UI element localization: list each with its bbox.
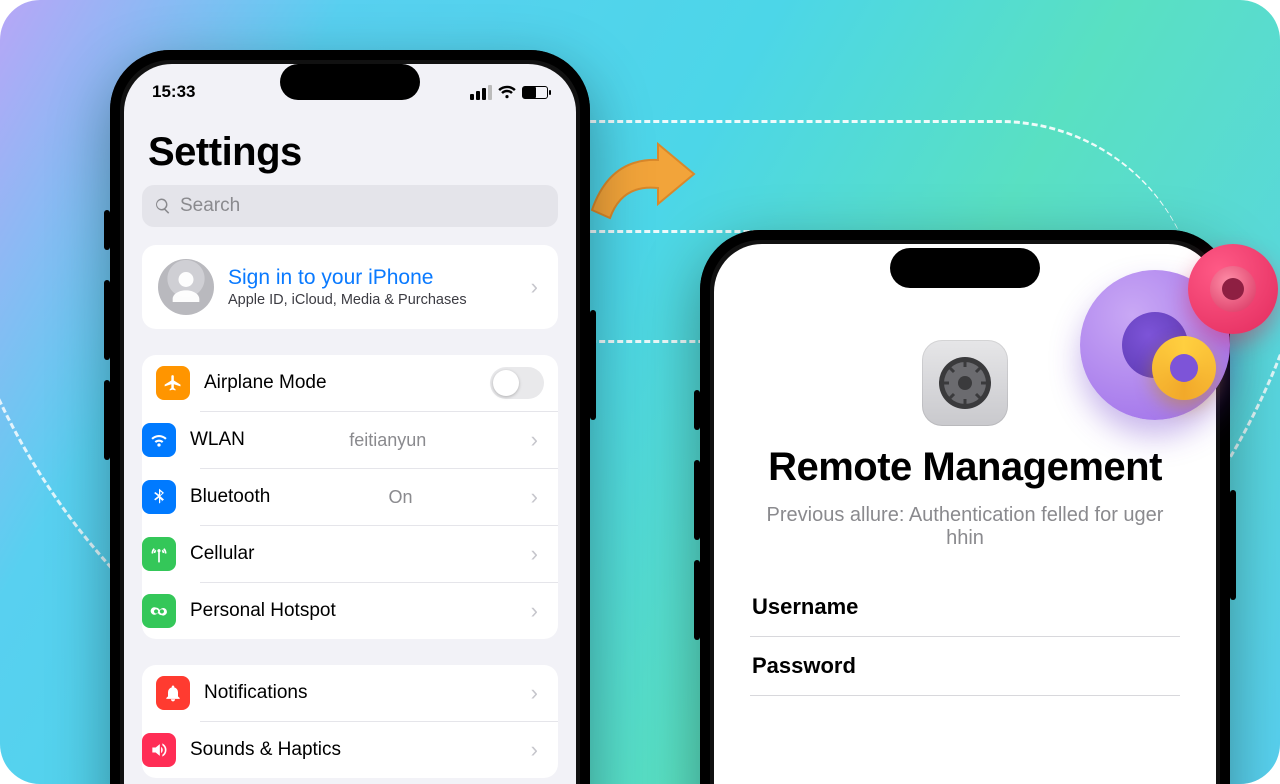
password-field[interactable]: Password: [750, 637, 1180, 696]
notifications-icon: [156, 676, 190, 710]
settings-app-icon: [922, 340, 1008, 426]
airplane-toggle[interactable]: [490, 367, 544, 399]
apple-id-card[interactable]: Sign in to your iPhone Apple ID, iCloud,…: [142, 245, 558, 329]
row-label: Airplane Mode: [204, 372, 327, 394]
chevron-right-icon: ›: [531, 541, 544, 567]
row-label: Notifications: [204, 682, 308, 704]
wifi-icon: [498, 85, 516, 99]
row-label: Bluetooth: [190, 486, 270, 508]
avatar: [158, 259, 214, 315]
illustration-canvas: 15:33 Settings Search Sign i: [0, 0, 1280, 784]
row-bluetooth[interactable]: Bluetooth On ›: [200, 468, 558, 525]
chevron-right-icon: ›: [531, 427, 544, 453]
row-value: On: [388, 487, 412, 508]
settings-group-network: Airplane Mode WLAN feitianyun › Bluetoot…: [142, 355, 558, 639]
apple-id-subtitle: Apple ID, iCloud, Media & Purchases: [228, 292, 467, 308]
chevron-right-icon: ›: [531, 737, 544, 763]
sounds-icon: [142, 733, 176, 767]
hotspot-icon: [142, 594, 176, 628]
row-airplane-mode[interactable]: Airplane Mode: [142, 355, 558, 411]
row-wlan[interactable]: WLAN feitianyun ›: [200, 411, 558, 468]
chevron-right-icon: ›: [531, 680, 544, 706]
settings-group-alerts: Notifications › Sounds & Haptics ›: [142, 665, 558, 778]
cellular-icon: [142, 537, 176, 571]
search-placeholder: Search: [180, 195, 240, 217]
row-personal-hotspot[interactable]: Personal Hotspot ›: [200, 582, 558, 639]
ring-icon: [1152, 336, 1216, 400]
row-label: WLAN: [190, 429, 245, 451]
page-title: Settings: [124, 106, 576, 185]
wifi-icon: [142, 423, 176, 457]
row-value: feitianyun: [349, 430, 426, 451]
cellular-signal-icon: [470, 85, 492, 100]
remote-management-title: Remote Management: [714, 444, 1216, 490]
dynamic-island: [280, 64, 420, 100]
search-icon: [154, 197, 172, 215]
airplane-icon: [156, 366, 190, 400]
battery-icon: [522, 86, 548, 99]
decorative-gears: [1080, 240, 1280, 440]
remote-management-subtitle: Previous allure: Authentication felled f…: [714, 504, 1216, 550]
row-label: Sounds & Haptics: [190, 739, 341, 761]
bluetooth-icon: [142, 480, 176, 514]
phone-settings: 15:33 Settings Search Sign i: [110, 50, 590, 784]
row-notifications[interactable]: Notifications ›: [142, 665, 558, 721]
apple-id-title: Sign in to your iPhone: [228, 266, 467, 290]
row-sounds-haptics[interactable]: Sounds & Haptics ›: [200, 721, 558, 778]
chevron-right-icon: ›: [531, 598, 544, 624]
chevron-right-icon: ›: [531, 484, 544, 510]
arrow-icon: [580, 140, 700, 230]
username-field[interactable]: Username: [750, 578, 1180, 637]
dynamic-island: [890, 248, 1040, 288]
status-time: 15:33: [152, 82, 195, 102]
row-label: Personal Hotspot: [190, 600, 336, 622]
gear-icon: [1188, 244, 1278, 334]
search-input[interactable]: Search: [142, 185, 558, 227]
row-label: Cellular: [190, 543, 254, 565]
row-cellular[interactable]: Cellular ›: [200, 525, 558, 582]
chevron-right-icon: ›: [531, 274, 544, 300]
